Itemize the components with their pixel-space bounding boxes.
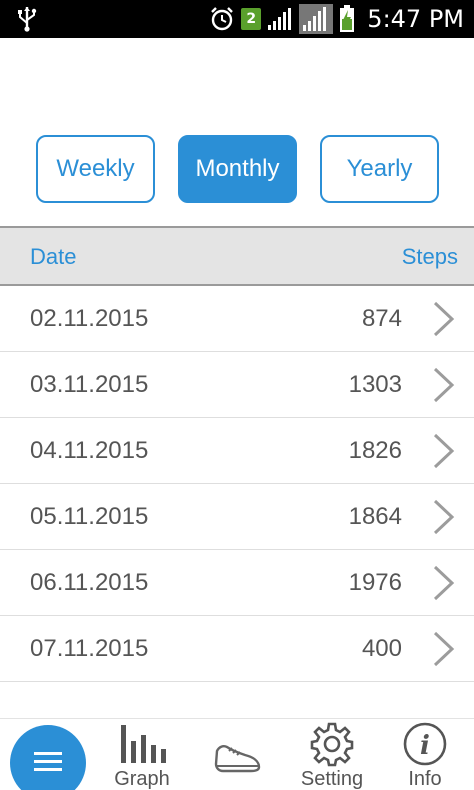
weekly-button[interactable]: Weekly — [36, 135, 155, 203]
svg-text:i: i — [420, 731, 430, 761]
gear-icon — [310, 722, 354, 767]
row-date: 04.11.2015 — [30, 437, 149, 464]
nav-info[interactable]: i Info — [394, 719, 456, 790]
chevron-right-icon — [433, 433, 455, 469]
date-column-header: Date — [30, 244, 77, 269]
period-selector: Weekly Monthly Yearly — [36, 135, 439, 203]
status-icons: 2 5:47 PM — [209, 0, 464, 38]
row-steps: 1303 — [348, 371, 402, 398]
table-row[interactable]: 07.11.2015 400 — [0, 616, 474, 682]
menu-icon — [34, 752, 62, 771]
info-icon: i — [403, 722, 447, 766]
clock: 5:47 PM — [367, 5, 464, 33]
monthly-button[interactable]: Monthly — [178, 135, 297, 203]
table-row[interactable]: 06.11.2015 1976 — [0, 550, 474, 616]
steps-column-header: Steps — [401, 244, 458, 269]
shoe-icon — [214, 745, 261, 773]
bottom-nav: Graph Setting i Info — [0, 718, 474, 790]
row-date: 05.11.2015 — [30, 503, 149, 530]
nav-setting[interactable]: Setting — [292, 719, 372, 790]
table-row[interactable]: 02.11.2015 874 — [0, 286, 474, 352]
usb-icon — [18, 7, 37, 32]
chevron-right-icon — [433, 631, 455, 667]
nav-activity[interactable] — [206, 719, 270, 790]
nav-setting-label: Setting — [300, 768, 364, 790]
status-bar: 2 5:47 PM — [0, 0, 474, 38]
nav-info-label: Info — [408, 768, 442, 790]
chevron-right-icon — [433, 301, 455, 337]
signal-icon — [268, 8, 292, 30]
steps-list: 02.11.2015 874 03.11.2015 1303 04.11.201… — [0, 286, 474, 718]
row-steps: 874 — [361, 305, 402, 332]
row-steps: 1826 — [348, 437, 402, 464]
battery-charging-icon — [340, 5, 355, 32]
table-row[interactable]: 03.11.2015 1303 — [0, 352, 474, 418]
table-header: Date Steps — [0, 226, 474, 286]
table-row-partial[interactable] — [0, 682, 474, 718]
row-steps: 400 — [361, 635, 402, 662]
row-steps: 1864 — [348, 503, 402, 530]
row-steps: 1976 — [348, 569, 402, 596]
nav-graph[interactable]: Graph — [104, 719, 180, 790]
notification-badge: 2 — [241, 8, 262, 30]
chevron-right-icon — [433, 499, 455, 535]
row-date: 07.11.2015 — [30, 635, 149, 662]
table-row[interactable]: 04.11.2015 1826 — [0, 418, 474, 484]
alarm-icon — [211, 7, 234, 31]
bar-chart-icon — [121, 725, 166, 763]
row-date: 03.11.2015 — [30, 371, 149, 398]
chevron-right-icon — [433, 565, 455, 601]
table-row[interactable]: 05.11.2015 1864 — [0, 484, 474, 550]
row-date: 06.11.2015 — [30, 569, 149, 596]
chevron-right-icon — [433, 367, 455, 403]
signal-icon-secondary — [299, 4, 334, 34]
menu-button[interactable] — [10, 725, 86, 790]
app-screen: 2 5:47 PM Weekly Monthly Yearly Date Ste… — [0, 0, 474, 790]
row-date: 02.11.2015 — [30, 305, 149, 332]
nav-graph-label: Graph — [114, 768, 170, 790]
yearly-button[interactable]: Yearly — [320, 135, 439, 203]
